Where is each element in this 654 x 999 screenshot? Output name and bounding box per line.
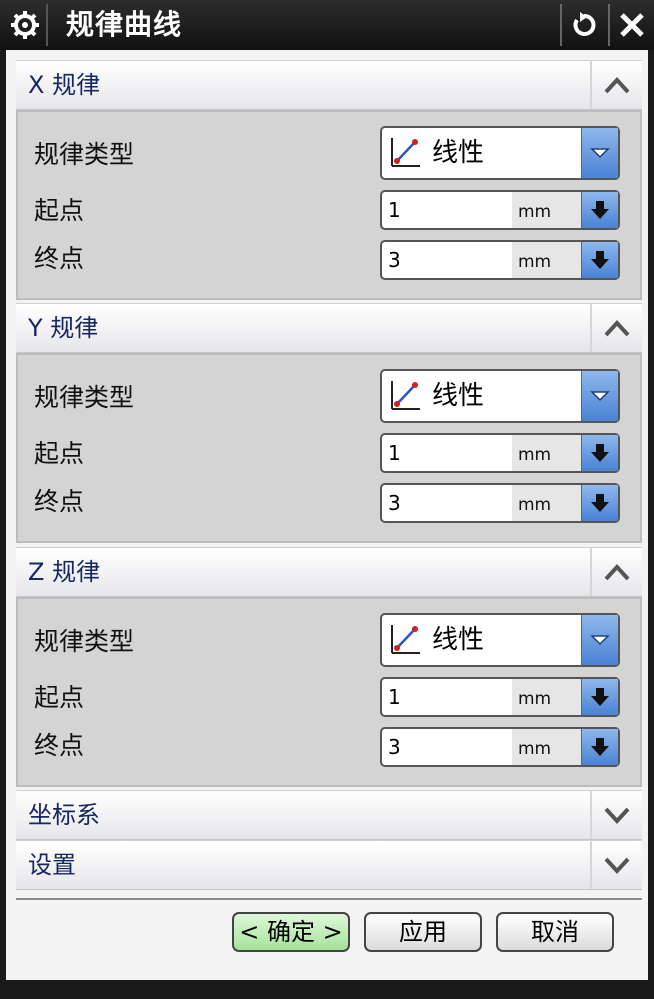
y-law-title: Y 规律	[28, 314, 99, 342]
chevron-up-icon[interactable]	[590, 304, 642, 352]
z-end-input[interactable]: 3 mm	[380, 727, 620, 767]
arrow-down-icon[interactable]	[581, 679, 618, 715]
z-law-panel: 规律类型 线性 起点 1 mm 终点 3 mm	[16, 597, 642, 787]
chevron-down-icon[interactable]	[590, 791, 642, 839]
arrow-down-icon[interactable]	[581, 485, 618, 521]
x-law-header[interactable]: X 规律	[16, 60, 642, 110]
chevron-down-icon[interactable]	[581, 371, 618, 421]
z-end-label: 终点	[34, 731, 85, 760]
title-bar[interactable]: 规律曲线	[0, 0, 654, 50]
x-law-type-value: 线性	[432, 138, 485, 168]
x-start-label: 起点	[34, 196, 85, 225]
linear-law-icon	[391, 381, 420, 410]
csys-title: 坐标系	[28, 801, 100, 829]
x-law-title: X 规律	[28, 71, 101, 99]
arrow-down-icon[interactable]	[581, 192, 618, 228]
y-start-label: 起点	[34, 439, 85, 468]
dialog-title: 规律曲线	[66, 8, 183, 41]
x-law-panel: 规律类型 线性 起点 1 mm 终点 3 mm	[16, 110, 642, 300]
y-start-unit: mm	[512, 435, 582, 471]
chevron-down-icon[interactable]	[581, 128, 618, 178]
z-law-type-label: 规律类型	[34, 627, 135, 656]
settings-title: 设置	[28, 851, 76, 879]
y-law-header[interactable]: Y 规律	[16, 303, 642, 353]
gear-icon[interactable]	[4, 4, 48, 46]
z-end-value[interactable]: 3	[388, 729, 401, 765]
linear-law-icon	[391, 625, 420, 654]
cancel-button[interactable]: 取消	[496, 912, 614, 952]
z-law-title: Z 规律	[28, 558, 101, 586]
x-end-value[interactable]: 3	[388, 242, 401, 278]
y-start-value[interactable]: 1	[388, 435, 401, 471]
y-end-label: 终点	[34, 487, 85, 516]
arrow-down-icon[interactable]	[581, 242, 618, 278]
x-start-unit: mm	[512, 192, 582, 228]
chevron-up-icon[interactable]	[590, 61, 642, 109]
y-law-type-value: 线性	[432, 381, 485, 411]
x-start-input[interactable]: 1 mm	[380, 190, 620, 230]
z-start-unit: mm	[512, 679, 582, 715]
chevron-up-icon[interactable]	[590, 548, 642, 596]
law-curve-dialog: 规律曲线 X 规律 规律类型 线性 起点 1 mm 终点 3 mm Y 规律 规…	[0, 0, 654, 999]
y-law-panel: 规律类型 线性 起点 1 mm 终点 3 mm	[16, 353, 642, 543]
z-start-label: 起点	[34, 683, 85, 712]
y-end-input[interactable]: 3 mm	[380, 483, 620, 523]
csys-header[interactable]: 坐标系	[16, 790, 642, 840]
linear-law-icon	[391, 138, 420, 167]
y-end-unit: mm	[512, 485, 582, 521]
x-start-value[interactable]: 1	[388, 192, 401, 228]
x-end-label: 终点	[34, 244, 85, 273]
apply-button[interactable]: 应用	[364, 912, 482, 952]
z-start-input[interactable]: 1 mm	[380, 677, 620, 717]
reset-icon[interactable]	[560, 4, 606, 46]
z-end-unit: mm	[512, 729, 582, 765]
arrow-down-icon[interactable]	[581, 729, 618, 765]
arrow-down-icon[interactable]	[581, 435, 618, 471]
chevron-down-icon[interactable]	[581, 615, 618, 665]
chevron-down-icon[interactable]	[590, 841, 642, 889]
y-law-type-select[interactable]: 线性	[380, 369, 620, 423]
x-end-input[interactable]: 3 mm	[380, 240, 620, 280]
z-start-value[interactable]: 1	[388, 679, 401, 715]
dialog-body: X 规律 规律类型 线性 起点 1 mm 终点 3 mm Y 规律 规律类型 线…	[6, 50, 648, 980]
settings-header[interactable]: 设置	[16, 840, 642, 890]
x-law-type-select[interactable]: 线性	[380, 126, 620, 180]
z-law-header[interactable]: Z 规律	[16, 547, 642, 597]
y-start-input[interactable]: 1 mm	[380, 433, 620, 473]
z-law-type-select[interactable]: 线性	[380, 613, 620, 667]
x-law-type-label: 规律类型	[34, 140, 135, 169]
ok-button[interactable]: < 确定 >	[232, 912, 350, 952]
y-law-type-label: 规律类型	[34, 383, 135, 412]
close-icon[interactable]	[608, 4, 654, 46]
z-law-type-value: 线性	[432, 625, 485, 655]
x-end-unit: mm	[512, 242, 582, 278]
y-end-value[interactable]: 3	[388, 485, 401, 521]
footer-divider	[16, 898, 642, 900]
